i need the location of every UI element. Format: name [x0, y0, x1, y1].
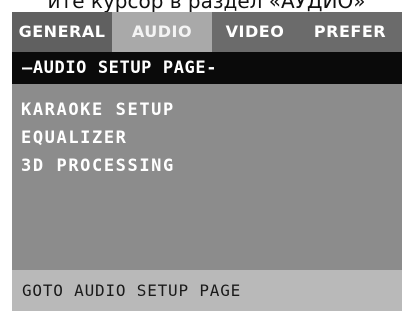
tab-video[interactable]: VIDEO	[212, 12, 298, 52]
page-title: —AUDIO SETUP PAGE-	[12, 52, 402, 84]
menu-item-equalizer[interactable]: EQUALIZER	[21, 124, 175, 152]
menu-item-karaoke-setup[interactable]: KARAOKE SETUP	[21, 96, 175, 124]
osd-setup-screen: GENERAL AUDIO VIDEO PREFER —AUDIO SETUP …	[12, 12, 402, 311]
tab-general[interactable]: GENERAL	[12, 12, 112, 52]
menu-item-3d-processing[interactable]: 3D PROCESSING	[21, 152, 175, 180]
tab-preferences[interactable]: PREFER	[298, 12, 402, 52]
status-bar: GOTO AUDIO SETUP PAGE	[12, 270, 402, 311]
setup-tab-bar: GENERAL AUDIO VIDEO PREFER	[12, 12, 402, 52]
tab-audio[interactable]: AUDIO	[112, 12, 212, 52]
audio-menu-list: KARAOKE SETUP EQUALIZER 3D PROCESSING	[21, 96, 175, 180]
